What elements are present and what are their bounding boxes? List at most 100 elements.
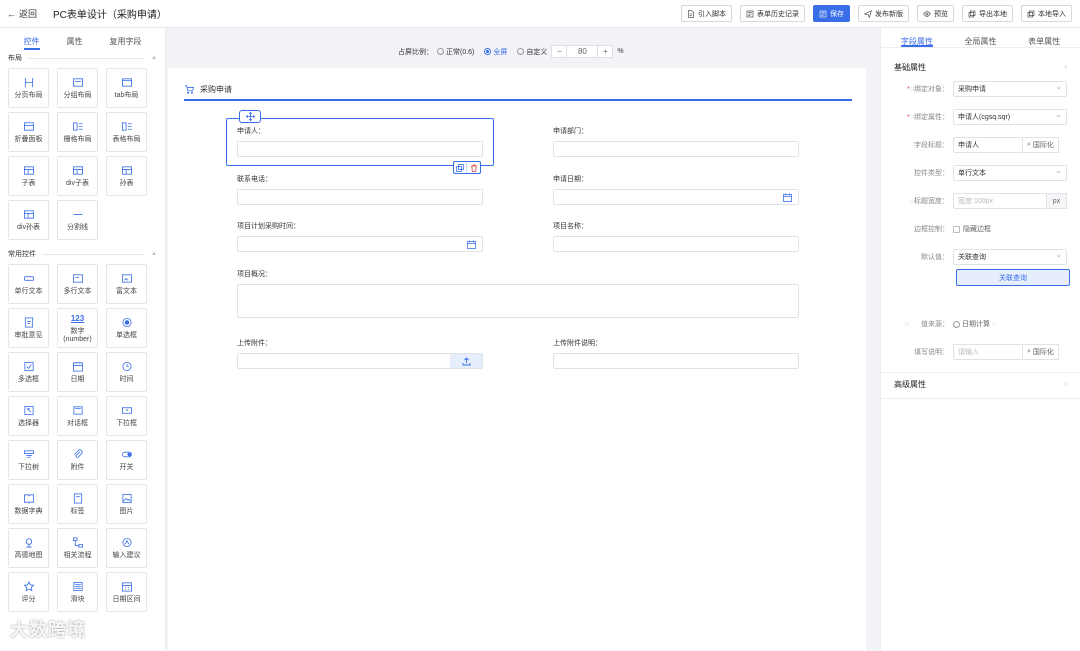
component-card[interactable]: 折叠面板 [8,112,49,152]
department-input[interactable] [553,141,799,157]
back-button[interactable]: ← 返回 [7,7,37,20]
component-card[interactable]: 对话框 [57,396,98,436]
number-glyph: 123 [70,313,85,323]
copy-button[interactable] [454,162,467,173]
delete-button[interactable] [467,162,480,173]
component-label: 评分 [21,595,36,603]
component-card[interactable]: 评分 [8,572,49,612]
component-card[interactable]: 开关 [106,440,147,480]
component-card[interactable]: 下拉框 [106,396,147,436]
layout-section-title: 布局 [8,55,22,62]
common-section-header[interactable]: 常用控件 ▲ [0,246,165,262]
upload-button[interactable] [450,354,482,368]
right-tab-1[interactable]: 全局属性 [964,36,996,47]
component-card[interactable]: 高德地图 [8,528,49,568]
radio-label: 日期计算 [962,321,990,328]
checkbox-icon [953,225,960,233]
component-card[interactable]: 子表 [8,156,49,196]
right-tab-0[interactable]: 字段属性 [900,36,933,47]
property-panel: 字段属性 全局属性 表单属性 基础属性 › *◌绑定对象： 采购申请 *◌绑定属性：… [880,28,1080,651]
toolbar-button-5[interactable]: 导出本地 [962,5,1013,22]
move-handle[interactable] [239,110,261,123]
prop-label: 标题宽度： [914,198,949,205]
layout-section-header[interactable]: 布局 ▲ [0,50,165,66]
toolbar-actions: 引入脚本 表单历史记录 保存 发布新版 预览 导出本地 本地导入 [681,5,1072,22]
attachment-desc-input[interactable] [553,353,799,369]
bind-object-select[interactable]: 采购申请 [953,81,1067,97]
default-value-select[interactable]: 关联查询 [953,249,1067,265]
ratio-option-custom[interactable]: 自定义 [517,47,547,57]
ratio-option-fullscreen[interactable]: 全屏 [484,47,507,57]
intl-button[interactable]: ⌕ 国际化 [1023,344,1059,360]
link-query-button[interactable]: 关联查询 [956,269,1070,286]
component-card[interactable]: 时间 [106,352,147,392]
component-card[interactable]: 单行文本 [8,264,49,304]
toolbar-button-0[interactable]: 引入脚本 [681,5,732,22]
project-name-input[interactable] [553,236,799,252]
component-card[interactable]: 孙表 [106,156,147,196]
component-card[interactable]: div孙表 [8,200,49,240]
component-card[interactable]: 数据字典 [8,484,49,524]
apply-date-input[interactable] [553,189,799,205]
date-calc-radio[interactable]: 日期计算 ◌ [953,319,996,329]
component-card[interactable]: 栅格布局 [57,112,98,152]
component-card[interactable]: 下拉树 [8,440,49,480]
ratio-option-normal[interactable]: 正常(0.6) [437,47,474,57]
toolbar-button-4[interactable]: 预览 [917,5,954,22]
bind-attr-select[interactable]: 申请人(cgsq.sqr) [953,109,1067,125]
left-tab-0[interactable]: 控件 [23,36,40,50]
component-card[interactable]: 图片 [106,484,147,524]
overview-textarea[interactable] [237,284,799,318]
field-attachment-desc: 上传附件说明： [553,338,799,369]
ratio-value[interactable]: 80 [566,46,599,57]
left-tab-1[interactable]: 属性 [67,36,83,50]
control-type-select[interactable]: 单行文本 [953,165,1067,181]
toolbar-button-1[interactable]: 表单历史记录 [740,5,805,22]
hide-border-checkbox[interactable]: 隐藏边框 [953,224,991,234]
chevron-right-icon: › [1064,379,1067,388]
component-card[interactable]: 分页布局 [8,68,49,108]
component-card[interactable]: 审批意见 [8,308,49,348]
left-tab-2[interactable]: 复用字段 [110,36,142,50]
toolbar-button-2[interactable]: 保存 [813,5,850,22]
title-width-input[interactable]: 宽度:100px [953,193,1047,209]
component-card[interactable]: 选择器 [8,396,49,436]
fill-desc-input[interactable]: 请输入 [953,344,1023,360]
basic-props-header[interactable]: 基础属性 › [881,48,1080,81]
div-grandchild-icon [22,209,36,221]
intl-button[interactable]: ⌕ 国际化 [1023,137,1059,153]
component-card[interactable]: 相关流程 [57,528,98,568]
component-card[interactable]: 123 数字 (number) [57,308,98,348]
advanced-props-header[interactable]: 高级属性 › [881,373,1080,398]
right-tab-2[interactable]: 表单属性 [1028,36,1060,47]
component-card[interactable]: 输入建议 [106,528,147,568]
move-icon [245,112,255,121]
component-card[interactable]: 多行文本 [57,264,98,304]
toolbar-button-3[interactable]: 发布新版 [858,5,909,22]
component-card[interactable]: 富文本 [106,264,147,304]
component-card[interactable]: 日期区间 [106,572,147,612]
toolbar-button-6[interactable]: 本地导入 [1021,5,1072,22]
component-card[interactable]: div子表 [57,156,98,196]
component-card[interactable]: 多选框 [8,352,49,392]
component-card[interactable]: 滑块 [57,572,98,612]
minus-button[interactable]: − [552,47,566,56]
component-card[interactable]: 单选框 [106,308,147,348]
component-card[interactable]: 分组布局 [57,68,98,108]
applicant-input[interactable] [237,141,483,157]
ratio-stepper[interactable]: − 80 + [551,45,614,58]
component-card[interactable]: 标签 [57,484,98,524]
map-icon [22,537,36,549]
component-card[interactable]: tab布局 [106,68,147,108]
field-title-input[interactable]: 申请人 [953,137,1023,153]
plan-time-input[interactable] [237,236,483,252]
left-tabs: 控件 属性 复用字段 [0,28,165,50]
component-card[interactable]: 附件 [57,440,98,480]
attachment-input[interactable] [237,353,483,369]
ratio-option-label: 正常(0.6) [446,48,475,56]
phone-input[interactable] [237,189,483,205]
component-card[interactable]: 分割线 [57,200,98,240]
plus-button[interactable]: + [598,47,612,56]
component-card[interactable]: 表格布局 [106,112,147,152]
component-card[interactable]: 日期 [57,352,98,392]
